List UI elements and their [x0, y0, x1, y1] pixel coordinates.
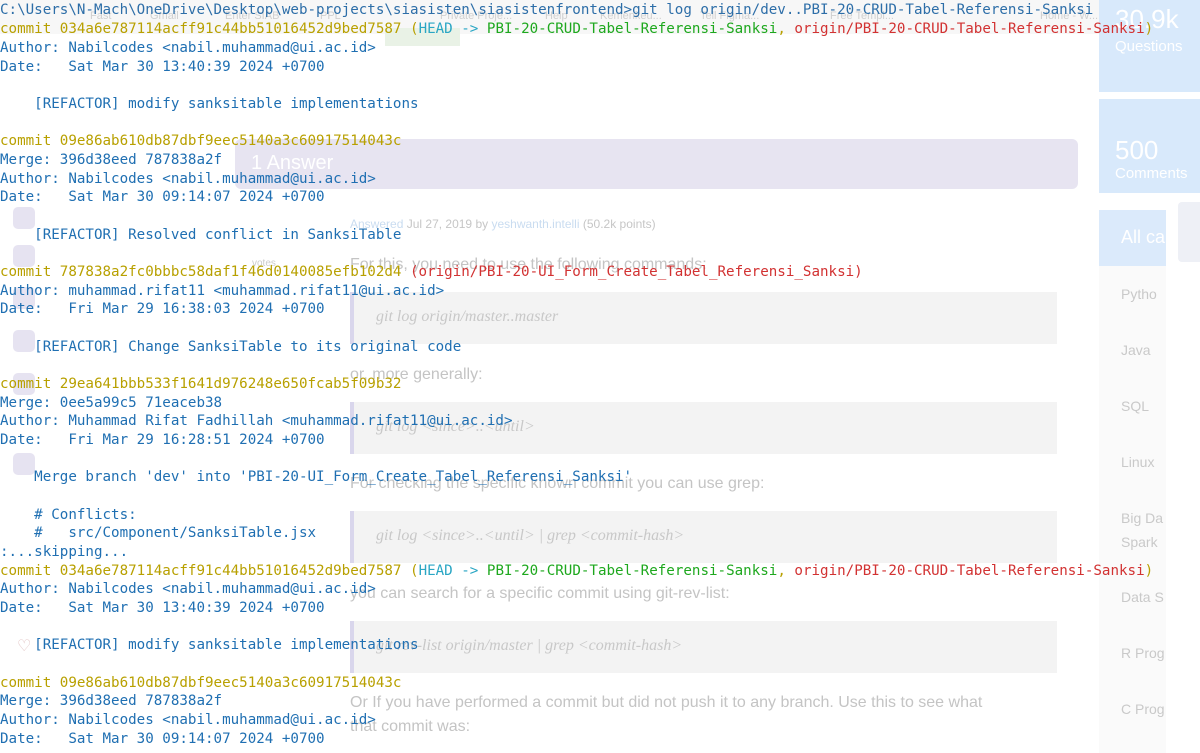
commit-label: commit [0, 21, 52, 37]
ref-separator: , [777, 563, 786, 579]
commit-label: commit [0, 133, 52, 149]
conflicts-line: # Conflicts: [0, 507, 137, 523]
author-line: Author: Nabilcodes <nabil.muhammad@ui.ac… [0, 40, 376, 56]
date-line: Date: Sat Mar 30 09:14:07 2024 +0700 [0, 731, 325, 747]
head-pointer: HEAD -> [418, 21, 479, 37]
commit-message: [REFACTOR] modify sanksitable implementa… [0, 96, 419, 112]
merge-line: Merge: 396d38eed 787838a2f [0, 152, 223, 168]
commit-line: commit 787838a2fc0bbbc58daf1f46d0140085e… [0, 263, 863, 282]
commit-message: [REFACTOR] modify sanksitable implementa… [0, 637, 419, 653]
commit-label: commit [0, 563, 52, 579]
ref-separator: , [777, 21, 786, 37]
command-prompt: C:\Users\N-Mach\OneDrive\Desktop\web-pro… [0, 2, 1094, 18]
author-line: Author: Nabilcodes <nabil.muhammad@ui.ac… [0, 171, 376, 187]
date-line: Date: Sat Mar 30 09:14:07 2024 +0700 [0, 189, 325, 205]
local-branch: PBI-20-CRUD-Tabel-Referensi-Sanksi [486, 563, 778, 579]
remote-branch: origin/PBI-20-CRUD-Tabel-Referensi-Sanks… [794, 21, 1145, 37]
terminal-output[interactable]: C:\Users\N-Mach\OneDrive\Desktop\web-pro… [0, 0, 1200, 753]
commit-hash: 034a6e787114acff91c44bb51016452d9bed7587 [59, 21, 402, 37]
date-line: Date: Fri Mar 29 16:28:51 2024 +0700 [0, 432, 325, 448]
commit-line: commit 09e86ab610db87dbf9eec5140a3c60917… [0, 674, 401, 693]
commit-label: commit [0, 264, 52, 280]
commit-hash: 09e86ab610db87dbf9eec5140a3c60917514043c [59, 675, 402, 691]
commit-message: [REFACTOR] Resolved conflict in SanksiTa… [0, 227, 402, 243]
commit-line: commit 09e86ab610db87dbf9eec5140a3c60917… [0, 132, 401, 151]
date-line: Date: Sat Mar 30 13:40:39 2024 +0700 [0, 59, 325, 75]
merge-line: Merge: 0ee5a99c5 71eaceb38 [0, 395, 223, 411]
author-line: Author: muhammad.rifat11 <muhammad.rifat… [0, 283, 445, 299]
commit-hash: 034a6e787114acff91c44bb51016452d9bed7587 [59, 563, 402, 579]
commit-hash: 787838a2fc0bbbc58daf1f46d0140085efb102d4 [59, 264, 402, 280]
pager-skipping: :...skipping... [0, 544, 129, 560]
commit-label: commit [0, 675, 52, 691]
remote-branch: (origin/PBI-20-UI_Form_Create_Tabel_Refe… [410, 264, 863, 280]
ref-open-paren: ( [410, 563, 419, 579]
remote-branch: origin/PBI-20-CRUD-Tabel-Referensi-Sanks… [794, 563, 1145, 579]
commit-label: commit [0, 376, 52, 392]
commit-message: [REFACTOR] Change SanksiTable to its ori… [0, 339, 462, 355]
commit-line: commit 29ea641bbb533f1641d976248e650fcab… [0, 375, 401, 394]
ref-open-paren: ( [410, 21, 419, 37]
date-line: Date: Fri Mar 29 16:38:03 2024 +0700 [0, 301, 325, 317]
head-pointer: HEAD -> [418, 563, 479, 579]
commit-hash: 29ea641bbb533f1641d976248e650fcab5f09b32 [59, 376, 402, 392]
ref-close-paren: ) [1144, 21, 1154, 37]
date-line: Date: Sat Mar 30 13:40:39 2024 +0700 [0, 600, 325, 616]
commit-hash: 09e86ab610db87dbf9eec5140a3c60917514043c [59, 133, 402, 149]
conflict-file-line: # src/Component/SanksiTable.jsx [0, 525, 317, 541]
ref-close-paren: ) [1144, 563, 1154, 579]
local-branch: PBI-20-CRUD-Tabel-Referensi-Sanksi [486, 21, 778, 37]
commit-line: commit 034a6e787114acff91c44bb51016452d9… [0, 562, 1153, 581]
merge-line: Merge: 396d38eed 787838a2f [0, 693, 223, 709]
author-line: Author: Nabilcodes <nabil.muhammad@ui.ac… [0, 712, 376, 728]
commit-message: Merge branch 'dev' into 'PBI-20-UI_Form_… [0, 469, 633, 485]
author-line: Author: Nabilcodes <nabil.muhammad@ui.ac… [0, 581, 376, 597]
commit-line: commit 034a6e787114acff91c44bb51016452d9… [0, 20, 1153, 39]
author-line: Author: Muhammad Rifat Fadhillah <muhamm… [0, 413, 513, 429]
